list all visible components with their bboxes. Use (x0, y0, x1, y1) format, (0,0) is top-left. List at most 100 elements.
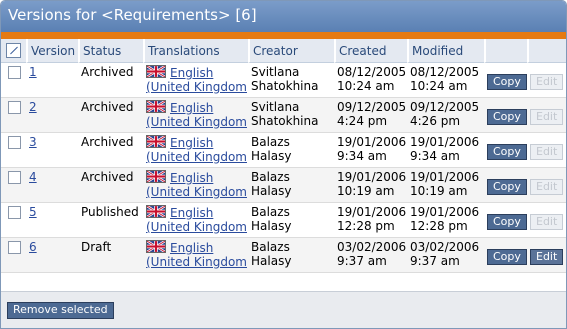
translation-cell: English (United Kingdom) (143, 63, 248, 98)
translation-link[interactable]: English (170, 101, 213, 115)
status-cell: Draft (78, 238, 143, 273)
modified-cell: 03/02/2006 9:37 am (407, 238, 484, 273)
table-row: 5 Published English (United Kingdom) Bal… (1, 203, 566, 238)
translation-link[interactable]: English (170, 206, 213, 220)
status-cell: Published (78, 203, 143, 238)
translation-link-region[interactable]: (United Kingdom) (146, 220, 248, 234)
edit-cell: Edit (527, 63, 566, 98)
modified-cell: 19/01/2006 12:28 pm (407, 203, 484, 238)
translation-link[interactable]: English (170, 66, 213, 80)
modified-date: 19/01/2006 (410, 135, 480, 149)
edit-cell: Edit (527, 98, 566, 133)
copy-button[interactable]: Copy (487, 213, 527, 230)
status-cell: Archived (78, 168, 143, 203)
created-time: 9:37 am (337, 254, 387, 268)
modified-cell: 19/01/2006 9:34 am (407, 133, 484, 168)
column-header-modified[interactable]: Modified (407, 39, 484, 63)
edit-button: Edit (530, 108, 564, 125)
row-checkbox[interactable] (8, 241, 21, 254)
translation-link-region[interactable]: (United Kingdom) (146, 80, 248, 94)
copy-button[interactable]: Copy (487, 178, 527, 195)
row-checkbox[interactable] (8, 101, 21, 114)
edit-button: Edit (530, 73, 564, 90)
creator-cell: Balazs Halasy (248, 168, 334, 203)
row-checkbox[interactable] (8, 206, 21, 219)
remove-selected-button[interactable]: Remove selected (7, 302, 114, 319)
creator-cell: Balazs Halasy (248, 238, 334, 273)
creator-first: Balazs (251, 205, 290, 219)
version-link[interactable]: 1 (29, 65, 37, 79)
copy-cell: Copy (484, 238, 527, 273)
creator-cell: Svitlana Shatokhina (248, 98, 334, 133)
creator-last: Halasy (251, 149, 292, 163)
created-time: 10:19 am (337, 184, 395, 198)
row-checkbox[interactable] (8, 171, 21, 184)
translation-link[interactable]: English (170, 171, 213, 185)
version-link[interactable]: 4 (29, 170, 37, 184)
row-checkbox[interactable] (8, 136, 21, 149)
creator-first: Svitlana (251, 100, 300, 114)
modified-cell: 08/12/2005 10:24 am (407, 63, 484, 98)
edit-cell: Edit (527, 203, 566, 238)
version-cell: 6 (26, 238, 78, 273)
status-cell: Archived (78, 98, 143, 133)
uk-flag-icon (146, 170, 166, 183)
modified-time: 4:26 pm (410, 114, 461, 128)
translation-link[interactable]: English (170, 241, 213, 255)
row-select-cell (1, 203, 26, 238)
translation-link-region[interactable]: (United Kingdom) (146, 255, 248, 269)
uk-flag-icon (146, 240, 166, 253)
version-cell: 2 (26, 98, 78, 133)
select-all-checkbox-icon[interactable] (6, 43, 21, 58)
column-header-version[interactable]: Version (26, 39, 78, 63)
row-select-cell (1, 238, 26, 273)
column-header-status[interactable]: Status (78, 39, 143, 63)
uk-flag-icon (146, 100, 166, 113)
uk-flag-icon (146, 205, 166, 218)
column-header-creator[interactable]: Creator (248, 39, 334, 63)
column-header-translations[interactable]: Translations (143, 39, 248, 63)
translation-link-region[interactable]: (United Kingdom) (146, 150, 248, 164)
created-time: 12:28 pm (337, 219, 395, 233)
copy-cell: Copy (484, 133, 527, 168)
translation-link[interactable]: English (170, 136, 213, 150)
edit-cell: Edit (527, 168, 566, 203)
edit-button: Edit (530, 178, 564, 195)
translation-cell: English (United Kingdom) (143, 133, 248, 168)
versions-table: Version Status Translations Creator Crea… (1, 39, 566, 273)
row-checkbox[interactable] (8, 66, 21, 79)
row-select-cell (1, 168, 26, 203)
version-cell: 3 (26, 133, 78, 168)
version-link[interactable]: 6 (29, 240, 37, 254)
translation-cell: English (United Kingdom) (143, 168, 248, 203)
version-link[interactable]: 5 (29, 205, 37, 219)
modified-date: 03/02/2006 (410, 240, 480, 254)
copy-button[interactable]: Copy (487, 143, 527, 160)
creator-first: Svitlana (251, 65, 300, 79)
copy-button[interactable]: Copy (487, 248, 527, 265)
version-link[interactable]: 2 (29, 100, 37, 114)
copy-button[interactable]: Copy (487, 108, 527, 125)
status-cell: Archived (78, 133, 143, 168)
created-cell: 03/02/2006 9:37 am (334, 238, 407, 273)
translation-cell: English (United Kingdom) (143, 98, 248, 133)
modified-time: 9:34 am (410, 149, 460, 163)
modified-time: 10:24 am (410, 79, 468, 93)
translation-link-region[interactable]: (United Kingdom) (146, 115, 248, 129)
translation-cell: English (United Kingdom) (143, 238, 248, 273)
creator-first: Balazs (251, 240, 290, 254)
creator-last: Halasy (251, 219, 292, 233)
translation-link-region[interactable]: (United Kingdom) (146, 185, 248, 199)
column-header-created[interactable]: Created (334, 39, 407, 63)
edit-cell: Edit (527, 238, 566, 273)
row-select-cell (1, 133, 26, 168)
version-link[interactable]: 3 (29, 135, 37, 149)
table-body: 1 Archived English (United Kingdom) Svit… (1, 63, 566, 273)
copy-button[interactable]: Copy (487, 73, 527, 90)
table-footer: Remove selected (1, 291, 566, 328)
status-cell: Archived (78, 63, 143, 98)
versions-panel: Versions for <Requirements> [6] Version … (0, 0, 567, 329)
edit-button[interactable]: Edit (530, 248, 564, 265)
select-all-header[interactable] (1, 39, 26, 63)
translation-cell: English (United Kingdom) (143, 203, 248, 238)
